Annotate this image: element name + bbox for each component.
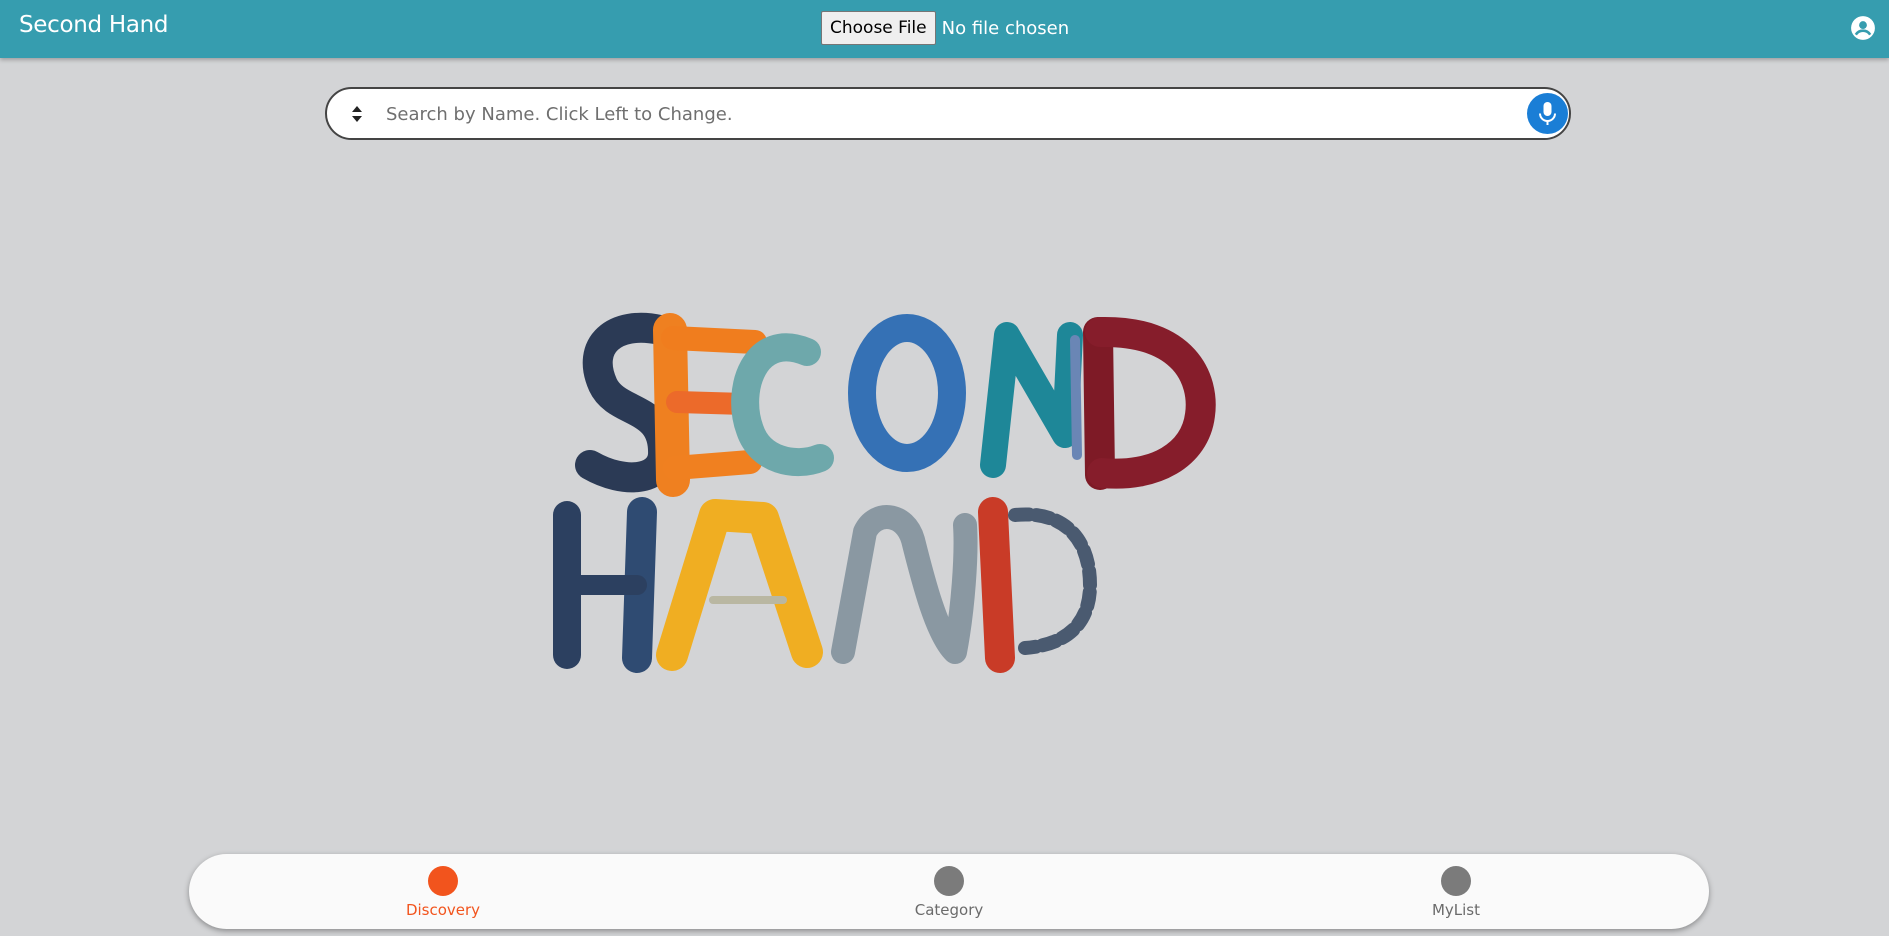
nav-item-discovery[interactable]: Discovery	[383, 866, 503, 919]
choose-file-button[interactable]: Choose File	[821, 11, 936, 45]
microphone-button[interactable]	[1527, 93, 1568, 134]
file-picker: Choose File No file chosen	[821, 11, 1069, 45]
nav-label-mylist: MyList	[1431, 901, 1481, 919]
search-bar	[325, 87, 1571, 140]
category-icon	[934, 866, 964, 896]
mylist-icon	[1441, 866, 1471, 896]
discovery-icon	[428, 866, 458, 896]
file-status-text: No file chosen	[941, 17, 1070, 39]
account-circle-icon[interactable]	[1850, 15, 1876, 41]
microphone-icon	[1539, 102, 1556, 125]
top-app-bar: Second Hand Choose File No file chosen	[0, 0, 1889, 58]
sort-updown-icon[interactable]	[347, 103, 367, 125]
app-root: Second Hand Choose File No file chosen S…	[0, 0, 1889, 936]
nav-label-category: Category	[914, 901, 984, 919]
nav-label-discovery: Discovery	[405, 901, 481, 919]
nav-item-category[interactable]: Category	[889, 866, 1009, 919]
app-title: Second Hand	[19, 12, 169, 38]
search-input[interactable]	[384, 97, 1488, 132]
bottom-navigation: Discovery Category MyList	[189, 854, 1709, 929]
nav-item-mylist[interactable]: MyList	[1396, 866, 1516, 919]
second-hand-logo-image	[545, 240, 1355, 755]
